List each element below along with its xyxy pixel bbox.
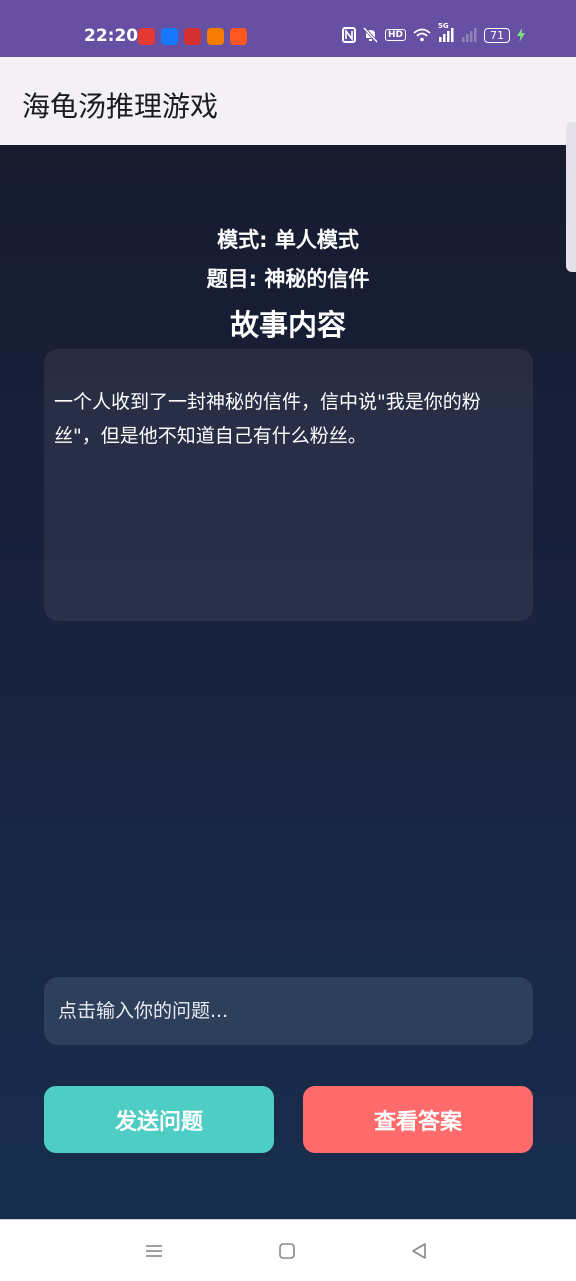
home-icon[interactable] [272, 1238, 302, 1264]
topic-label: 题目: 神秘的信件 [206, 267, 370, 291]
status-bar: 22:20 HD 5G 71 [0, 0, 576, 57]
app-bar: 海龟汤推理游戏 [0, 57, 576, 146]
battery-icon: 71 [484, 27, 511, 43]
wifi-icon [413, 28, 431, 42]
signal-label: 5G [438, 22, 449, 30]
status-indicators: HD 5G 71 [342, 22, 526, 43]
news-app-icon [184, 28, 201, 45]
question-input[interactable] [44, 977, 533, 1045]
app-title: 海龟汤推理游戏 [22, 90, 219, 123]
mute-bell-icon [363, 27, 378, 43]
signal-icon-secondary [461, 28, 477, 42]
story-text: 一个人收到了一封神秘的信件，信中说"我是你的粉丝"，但是他不知道自己有什么粉丝。 [54, 391, 481, 447]
mode-label: 模式: 单人模式 [217, 228, 359, 252]
story-panel[interactable]: 一个人收到了一封神秘的信件，信中说"我是你的粉丝"，但是他不知道自己有什么粉丝。 [44, 349, 533, 621]
alipay-icon [161, 28, 178, 45]
weibo-icon [207, 28, 224, 45]
video-app-icon [138, 28, 155, 45]
story-heading: 故事内容 [229, 308, 346, 342]
battery-level: 71 [490, 28, 505, 42]
charging-icon [517, 28, 526, 42]
send-question-button[interactable]: 发送问题 [44, 1086, 274, 1153]
back-icon[interactable] [404, 1238, 434, 1264]
menu-icon[interactable] [139, 1238, 169, 1264]
nfc-icon [342, 27, 356, 43]
game-screen: 模式: 单人模式 题目: 神秘的信件 故事内容 一个人收到了一封神秘的信件，信中… [0, 145, 576, 1219]
status-app-icons [138, 28, 247, 45]
taobao-app-icon [230, 28, 247, 45]
system-navigation-bar [0, 1219, 576, 1281]
status-time: 22:20 [84, 26, 139, 46]
signal-icon: 5G [438, 22, 454, 42]
side-edge-handle[interactable] [566, 122, 576, 272]
hd-icon: HD [385, 29, 407, 41]
view-answer-button[interactable]: 查看答案 [303, 1086, 533, 1153]
